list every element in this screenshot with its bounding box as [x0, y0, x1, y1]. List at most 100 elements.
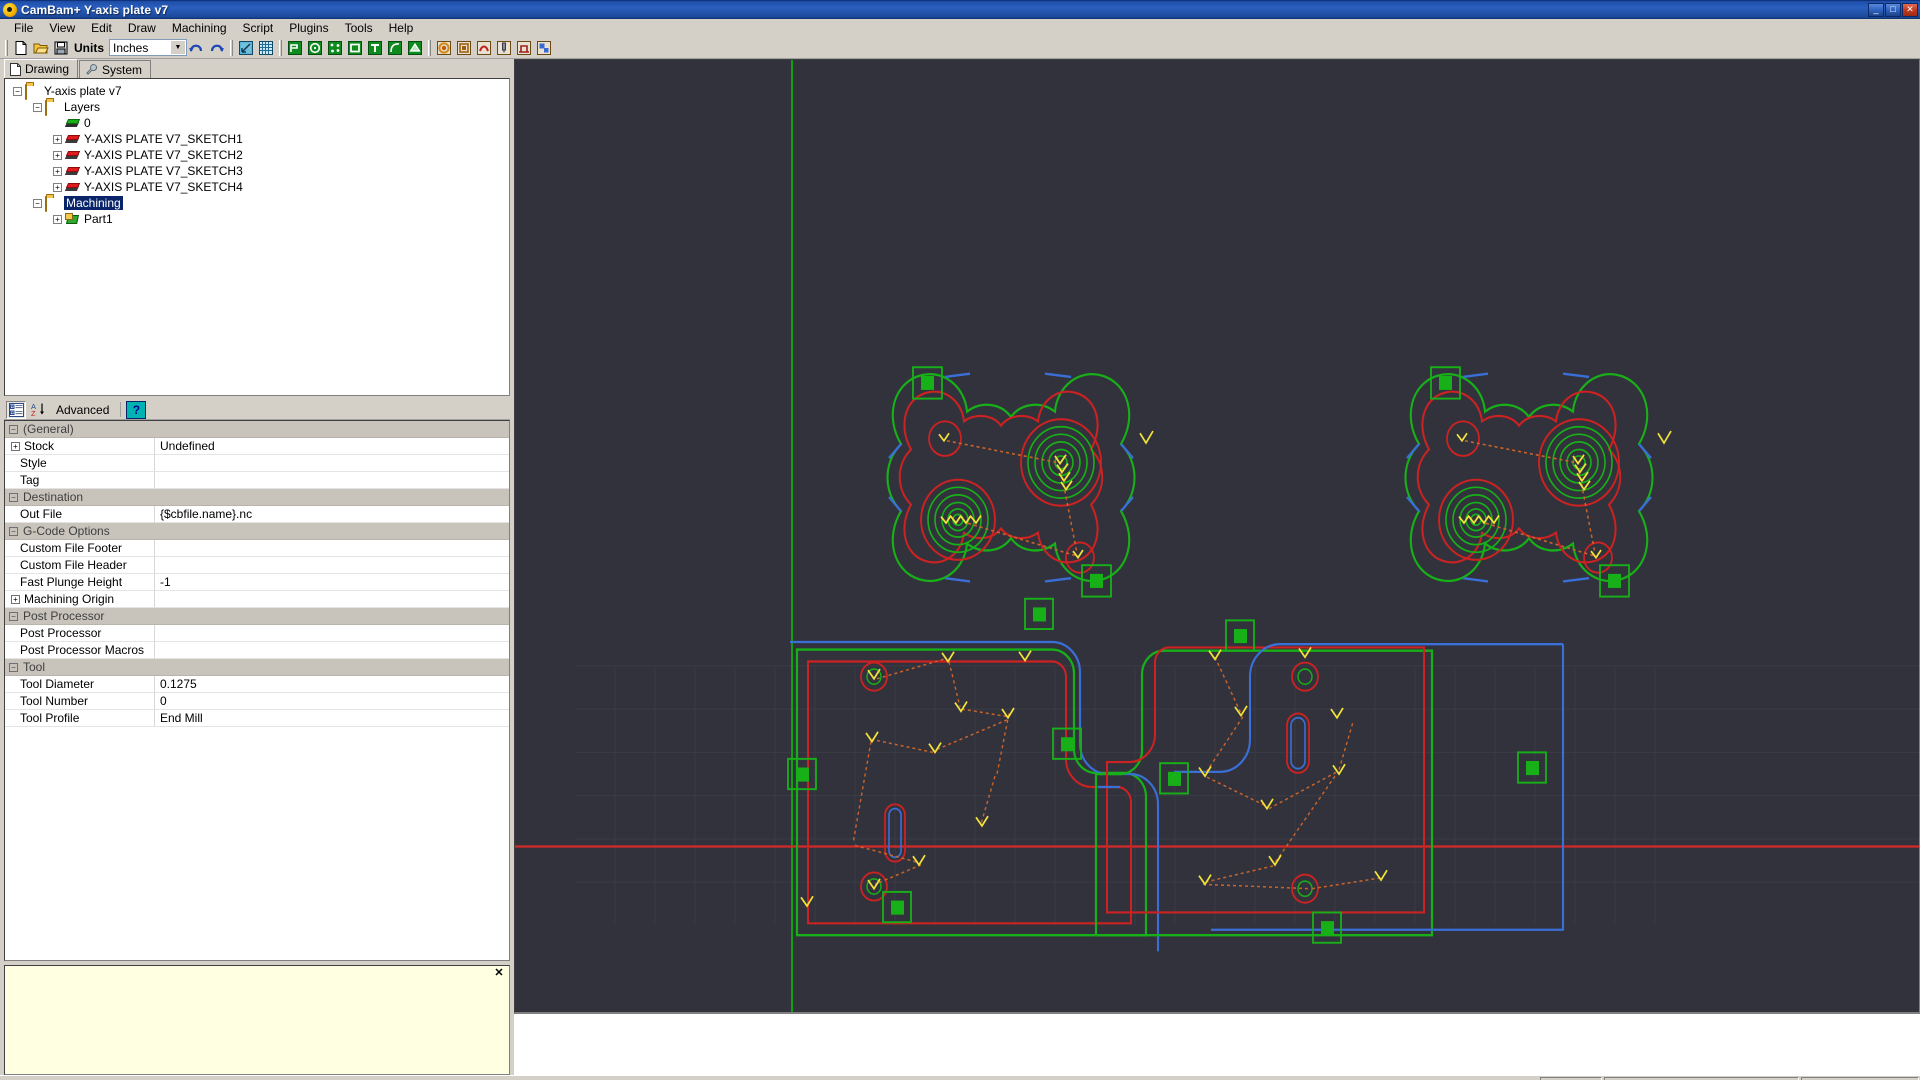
expander-plus-icon[interactable]: +: [11, 594, 20, 604]
property-row-tool-number[interactable]: Tool Number 0: [5, 693, 509, 710]
property-value[interactable]: [155, 472, 509, 489]
menu-edit[interactable]: Edit: [83, 19, 120, 37]
property-row-tool-diameter[interactable]: Tool Diameter 0.1275: [5, 676, 509, 693]
property-value[interactable]: -1: [155, 574, 509, 591]
property-value[interactable]: {$cbfile.name}.nc: [155, 506, 509, 523]
property-value[interactable]: [155, 540, 509, 557]
property-value[interactable]: [155, 625, 509, 642]
message-output-pane[interactable]: ✕: [4, 965, 510, 1075]
tree-node-sketch4[interactable]: + Y-AXIS PLATE V7_SKETCH4: [11, 179, 509, 195]
property-category[interactable]: − (General): [5, 421, 509, 438]
expander-plus-icon[interactable]: +: [11, 441, 20, 451]
circle-icon[interactable]: [305, 38, 325, 58]
menu-view[interactable]: View: [41, 19, 83, 37]
property-value[interactable]: Undefined: [155, 438, 509, 455]
property-help-button[interactable]: ?: [126, 400, 147, 419]
tree-node-sketch1[interactable]: + Y-AXIS PLATE V7_SKETCH1: [11, 131, 509, 147]
expander-plus-icon[interactable]: +: [53, 214, 62, 224]
expander-minus-icon[interactable]: −: [33, 102, 42, 112]
engrave-op-icon[interactable]: [474, 38, 494, 58]
property-value[interactable]: [155, 455, 509, 472]
property-row-post-processor[interactable]: Post Processor: [5, 625, 509, 642]
menu-tools[interactable]: Tools: [337, 19, 381, 37]
toolbar-grip-4[interactable]: [428, 39, 431, 56]
expander-minus-icon[interactable]: −: [9, 526, 18, 536]
expander-minus-icon[interactable]: −: [33, 198, 42, 208]
tab-system[interactable]: System: [79, 60, 152, 78]
alphabetical-sort-button[interactable]: A Z: [28, 401, 48, 419]
minimize-button[interactable]: _: [1868, 2, 1884, 17]
menu-script[interactable]: Script: [235, 19, 282, 37]
property-value[interactable]: [155, 642, 509, 659]
property-category[interactable]: − Destination: [5, 489, 509, 506]
maximize-button[interactable]: □: [1885, 2, 1901, 17]
toolbar-grip-3[interactable]: [279, 39, 282, 56]
snap-icon[interactable]: [236, 38, 256, 58]
menu-help[interactable]: Help: [381, 19, 422, 37]
property-row-post-processor-macros[interactable]: Post Processor Macros: [5, 642, 509, 659]
tree-node-layer-0[interactable]: 0: [11, 115, 509, 131]
menu-plugins[interactable]: Plugins: [281, 19, 336, 37]
polyline-icon[interactable]: [285, 38, 305, 58]
surface-icon[interactable]: [405, 38, 425, 58]
expander-minus-icon[interactable]: −: [9, 492, 18, 502]
close-icon[interactable]: ✕: [493, 968, 505, 980]
grid-icon[interactable]: [256, 38, 276, 58]
cad-drawing[interactable]: [515, 60, 1919, 1012]
tab-drawing[interactable]: Drawing: [4, 59, 79, 78]
expander-plus-icon[interactable]: +: [53, 150, 62, 160]
save-file-icon[interactable]: [51, 38, 71, 58]
property-category[interactable]: − Tool: [5, 659, 509, 676]
expander-minus-icon[interactable]: −: [9, 424, 18, 434]
property-value[interactable]: End Mill: [155, 710, 509, 727]
redo-icon[interactable]: [207, 38, 227, 58]
tree-node-sketch2[interactable]: + Y-AXIS PLATE V7_SKETCH2: [11, 147, 509, 163]
expander-minus-icon[interactable]: −: [13, 86, 22, 96]
tree-node-project[interactable]: − Y-axis plate v7: [11, 83, 509, 100]
property-category[interactable]: − G-Code Options: [5, 523, 509, 540]
toolbar-grip[interactable]: [5, 39, 8, 56]
property-value[interactable]: [155, 591, 509, 608]
machine-op-icon[interactable]: [514, 38, 534, 58]
tree-node-part1[interactable]: + Part1: [11, 211, 509, 227]
property-row-style[interactable]: Style: [5, 455, 509, 472]
close-button[interactable]: ✕: [1902, 2, 1918, 17]
open-file-icon[interactable]: [31, 38, 51, 58]
property-row-stock[interactable]: + Stock Undefined: [5, 438, 509, 455]
advanced-properties-button[interactable]: Advanced: [50, 403, 115, 417]
tree-node-sketch3[interactable]: + Y-AXIS PLATE V7_SKETCH3: [11, 163, 509, 179]
points-icon[interactable]: [325, 38, 345, 58]
property-value[interactable]: 0: [155, 693, 509, 710]
property-row-custom-file-footer[interactable]: Custom File Footer: [5, 540, 509, 557]
units-combo[interactable]: Inches ▼: [109, 39, 187, 56]
project-tree[interactable]: − Y-axis plate v7 − Layers 0 + Y-AXIS PL…: [4, 78, 510, 396]
pocket-op-icon[interactable]: [454, 38, 474, 58]
property-row-out-file[interactable]: Out File {$cbfile.name}.nc: [5, 506, 509, 523]
property-row-fast-plunge-height[interactable]: Fast Plunge Height -1: [5, 574, 509, 591]
expander-plus-icon[interactable]: +: [53, 166, 62, 176]
property-value[interactable]: 0.1275: [155, 676, 509, 693]
property-row-custom-file-header[interactable]: Custom File Header: [5, 557, 509, 574]
profile-op-icon[interactable]: [434, 38, 454, 58]
property-row-tool-profile[interactable]: Tool Profile End Mill: [5, 710, 509, 727]
menu-machining[interactable]: Machining: [164, 19, 235, 37]
expander-plus-icon[interactable]: +: [53, 182, 62, 192]
expander-minus-icon[interactable]: −: [9, 662, 18, 672]
nesting-op-icon[interactable]: [534, 38, 554, 58]
drill-op-icon[interactable]: [494, 38, 514, 58]
cad-viewport[interactable]: [514, 59, 1920, 1013]
categorized-view-button[interactable]: [6, 400, 26, 419]
text-icon[interactable]: [365, 38, 385, 58]
arc-icon[interactable]: [385, 38, 405, 58]
expander-plus-icon[interactable]: +: [53, 134, 62, 144]
tree-node-machining[interactable]: − Machining: [11, 195, 509, 212]
expander-minus-icon[interactable]: −: [9, 611, 18, 621]
menu-draw[interactable]: Draw: [120, 19, 164, 37]
undo-icon[interactable]: [187, 38, 207, 58]
chevron-down-icon[interactable]: ▼: [171, 41, 185, 54]
tree-node-layers[interactable]: − Layers: [11, 99, 509, 116]
rectangle-icon[interactable]: [345, 38, 365, 58]
property-grid[interactable]: − (General) + Stock Undefined Style Tag: [4, 420, 510, 961]
property-category[interactable]: − Post Processor: [5, 608, 509, 625]
property-value[interactable]: [155, 557, 509, 574]
